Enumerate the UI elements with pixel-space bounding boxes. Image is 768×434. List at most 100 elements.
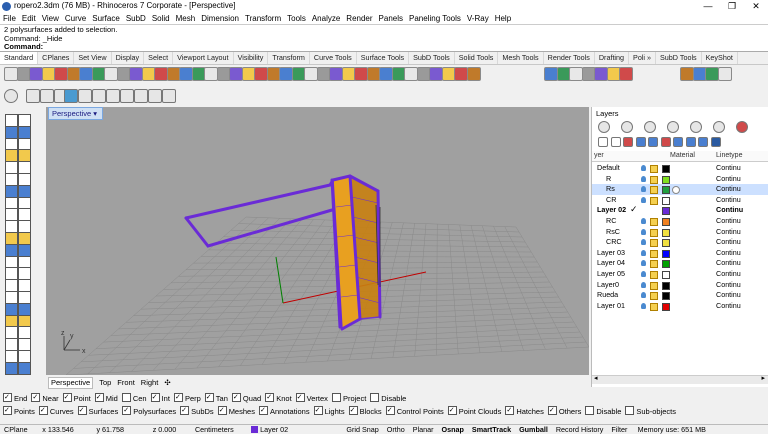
- checkbox[interactable]: [180, 404, 190, 417]
- layer-row[interactable]: Layer 01 Continu: [592, 301, 768, 312]
- layer-lock-icon[interactable]: [650, 249, 658, 258]
- layer-visible-bulb-icon[interactable]: [641, 281, 646, 288]
- checkbox[interactable]: [204, 391, 214, 404]
- checkbox[interactable]: [313, 404, 323, 417]
- checkbox[interactable]: [77, 404, 87, 417]
- command-prompt[interactable]: Command:: [0, 42, 768, 51]
- left-tool-icon[interactable]: [18, 361, 31, 375]
- viewport-tab-right[interactable]: Right: [141, 378, 159, 388]
- layer-visible-bulb-icon[interactable]: [641, 165, 646, 171]
- toolbar-icon[interactable]: [569, 67, 583, 81]
- layer-color-swatch[interactable]: [662, 186, 670, 195]
- layer-visible-bulb-icon[interactable]: [641, 302, 646, 309]
- toolbar-icon[interactable]: [429, 67, 443, 81]
- layer-row[interactable]: Rs Continu: [592, 184, 768, 195]
- osnap-perp[interactable]: Perp: [173, 391, 201, 405]
- panel-tab-icon[interactable]: [690, 121, 702, 133]
- layer-lock-icon[interactable]: [650, 218, 658, 226]
- filter-curves[interactable]: Curves: [38, 404, 74, 418]
- layer-row[interactable]: Layer 02 ✓ Continu: [592, 204, 768, 216]
- toolbar-icon[interactable]: [254, 67, 268, 81]
- osnap-mid[interactable]: Mid: [94, 391, 118, 405]
- toolbar-icon[interactable]: [594, 67, 608, 81]
- layer-tool-icon[interactable]: [648, 137, 658, 147]
- layer-visible-bulb-icon[interactable]: [641, 260, 646, 267]
- filter-surfaces[interactable]: Surfaces: [77, 404, 118, 418]
- checkbox[interactable]: [3, 391, 12, 404]
- layer-row[interactable]: Layer 04 Continu: [592, 258, 768, 269]
- layer-tool-icon[interactable]: [673, 137, 683, 147]
- layer-lock-icon[interactable]: [650, 196, 658, 205]
- layer-row[interactable]: Rueda Continu: [592, 290, 768, 301]
- layer-visible-bulb-icon[interactable]: [641, 239, 646, 246]
- layer-lock-icon[interactable]: [650, 186, 658, 195]
- osnap-knot[interactable]: Knot: [265, 391, 292, 405]
- filter-blocks[interactable]: Blocks: [348, 404, 382, 418]
- maximize-button[interactable]: ❐: [720, 0, 744, 13]
- layer-tool-icon[interactable]: [660, 137, 671, 147]
- toolbar-tab-8[interactable]: Curve Tools: [310, 52, 357, 64]
- checkbox[interactable]: [3, 404, 12, 417]
- filter-sub-objects[interactable]: Sub-objects: [625, 405, 676, 418]
- layer-lock-icon[interactable]: [650, 228, 658, 237]
- toolbar-icon[interactable]: [129, 67, 143, 81]
- menu-surface[interactable]: Surface: [89, 13, 123, 24]
- checkbox[interactable]: [150, 391, 160, 404]
- checkbox[interactable]: [331, 393, 341, 402]
- toolbar-icon[interactable]: [134, 89, 148, 103]
- layer-color-swatch[interactable]: [662, 196, 670, 205]
- toolbar-tab-15[interactable]: Poli »: [629, 52, 657, 64]
- layer-lock-icon[interactable]: [650, 239, 658, 248]
- filter-meshes[interactable]: Meshes: [217, 404, 255, 418]
- layer-color-swatch[interactable]: [662, 228, 670, 237]
- layer-tool-icon[interactable]: [710, 137, 721, 147]
- panel-tab-icon[interactable]: [713, 121, 725, 133]
- toolbar-icon[interactable]: [40, 89, 54, 103]
- checkbox[interactable]: [231, 391, 241, 404]
- menu-paneling-tools[interactable]: Paneling Tools: [406, 13, 464, 24]
- layer-lock-icon[interactable]: [650, 302, 658, 311]
- filter-subds[interactable]: SubDs: [180, 404, 214, 418]
- toolbar-icon[interactable]: [379, 67, 393, 81]
- checkbox[interactable]: [258, 404, 268, 417]
- checkbox[interactable]: [585, 406, 595, 415]
- toolbar-icon[interactable]: [454, 67, 468, 81]
- toolbar-tab-17[interactable]: KeyShot: [702, 52, 738, 64]
- checkbox[interactable]: [121, 393, 131, 402]
- filter-hatches[interactable]: Hatches: [505, 404, 544, 418]
- toolbar-icon[interactable]: [279, 67, 293, 81]
- osnap-quad[interactable]: Quad: [231, 391, 261, 405]
- minimize-button[interactable]: —: [696, 0, 720, 13]
- layer-tool-icon[interactable]: [635, 137, 646, 147]
- layer-row[interactable]: RsC Continu: [592, 227, 768, 238]
- layer-lock-icon[interactable]: [650, 281, 658, 290]
- layer-color-swatch[interactable]: [662, 271, 670, 279]
- toolbar-tab-9[interactable]: Surface Tools: [357, 52, 410, 64]
- toolbar-icon[interactable]: [544, 67, 558, 81]
- checkbox[interactable]: [217, 404, 227, 417]
- toolbar-icon[interactable]: [304, 67, 318, 81]
- layer-visible-bulb-icon[interactable]: [641, 249, 646, 256]
- panel-tab-icon[interactable]: [621, 121, 633, 133]
- checkbox[interactable]: [505, 404, 515, 417]
- toolbar-tab-7[interactable]: Transform: [268, 52, 310, 64]
- layer-tool-icon[interactable]: [598, 137, 608, 147]
- toolbar-icon[interactable]: [466, 67, 481, 81]
- layer-visible-bulb-icon[interactable]: [641, 175, 646, 182]
- viewport-menu-arrow-icon[interactable]: ▾: [93, 109, 97, 118]
- checkbox[interactable]: [348, 404, 358, 417]
- toolbar-icon[interactable]: [64, 89, 78, 103]
- layer-visible-bulb-icon[interactable]: [641, 196, 646, 203]
- layer-tool-icon[interactable]: [610, 137, 621, 147]
- menu-panels[interactable]: Panels: [376, 13, 406, 24]
- filter-points[interactable]: Points: [3, 404, 35, 418]
- toolbar-icon[interactable]: [162, 89, 176, 103]
- col-layer[interactable]: yer: [594, 151, 604, 161]
- osnap-vertex[interactable]: Vertex: [295, 391, 328, 405]
- toolbar-tab-16[interactable]: SubD Tools: [656, 52, 702, 64]
- menu-subd[interactable]: SubD: [123, 13, 149, 24]
- toolbar-tab-2[interactable]: Set View: [74, 52, 112, 64]
- layer-visible-bulb-icon[interactable]: [641, 271, 646, 277]
- layer-lock-icon[interactable]: [650, 271, 658, 279]
- filter-others[interactable]: Others: [547, 404, 581, 418]
